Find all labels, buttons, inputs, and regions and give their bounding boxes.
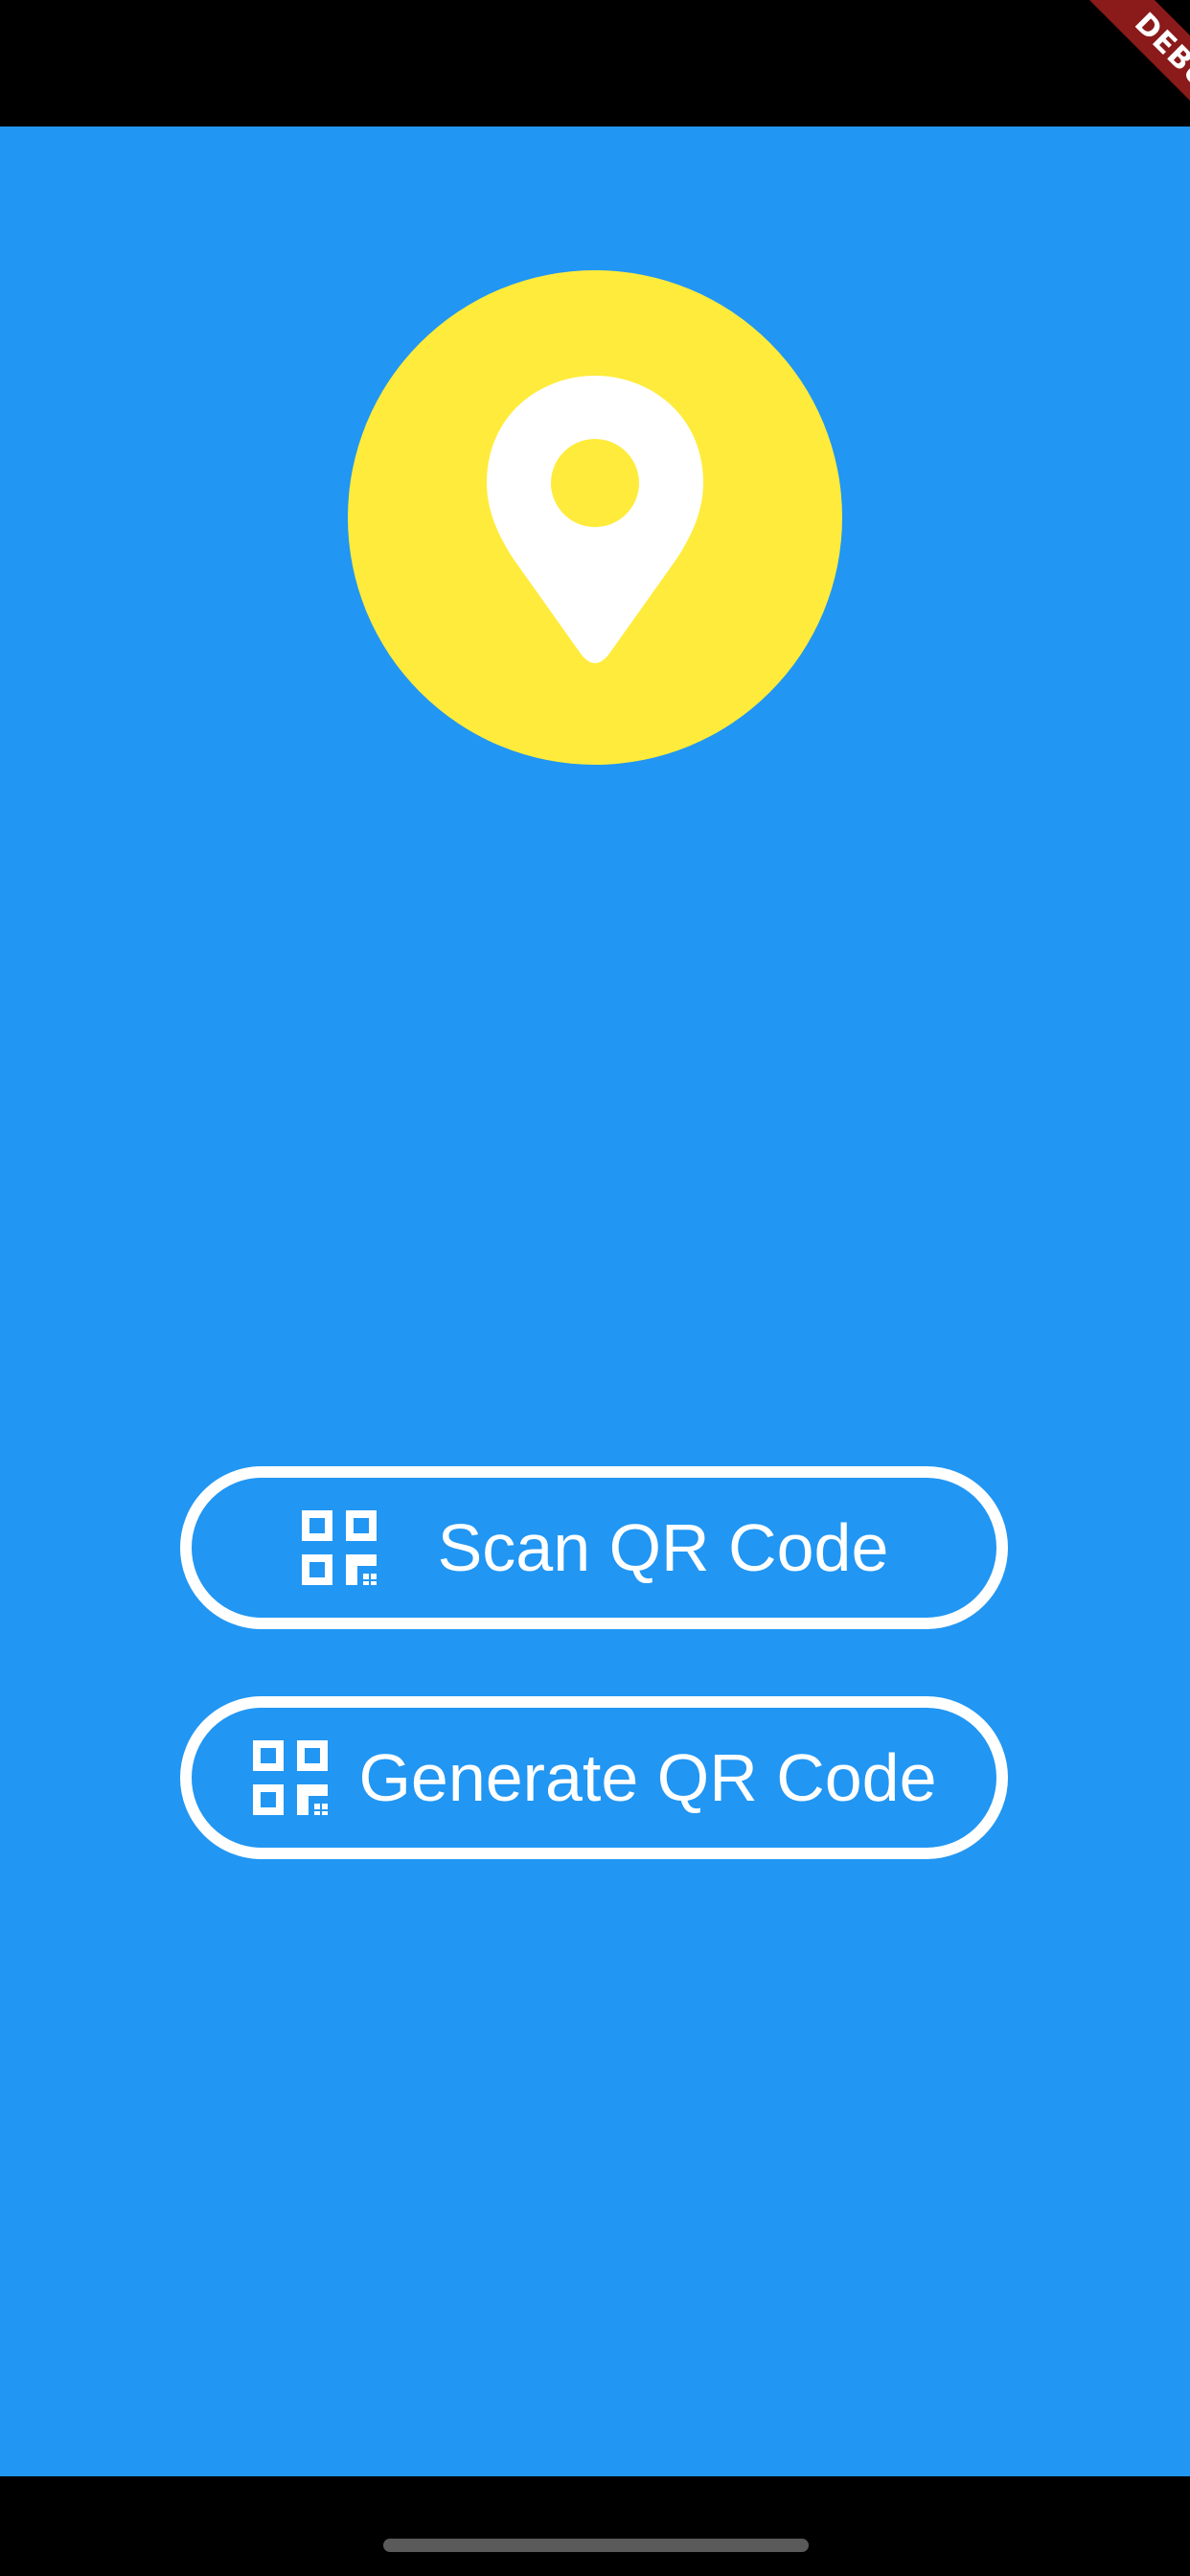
generate-qr-code-label: Generate QR Code xyxy=(358,1740,937,1815)
qr-code-icon xyxy=(300,1508,378,1587)
qr-code-icon xyxy=(251,1738,330,1817)
home-indicator[interactable] xyxy=(383,2539,809,2552)
scan-qr-code-label: Scan QR Code xyxy=(437,1510,889,1585)
generate-qr-code-button[interactable]: Generate QR Code xyxy=(180,1696,1008,1859)
status-bar xyxy=(0,0,1190,126)
bottom-system-bar xyxy=(0,2476,1190,2576)
scan-qr-code-button[interactable]: Scan QR Code xyxy=(180,1466,1008,1629)
app-screen: Scan QR Code Generate QR Code DEBUG xyxy=(0,0,1190,2576)
logo-circle xyxy=(348,270,842,765)
location-pin-icon xyxy=(487,376,703,663)
